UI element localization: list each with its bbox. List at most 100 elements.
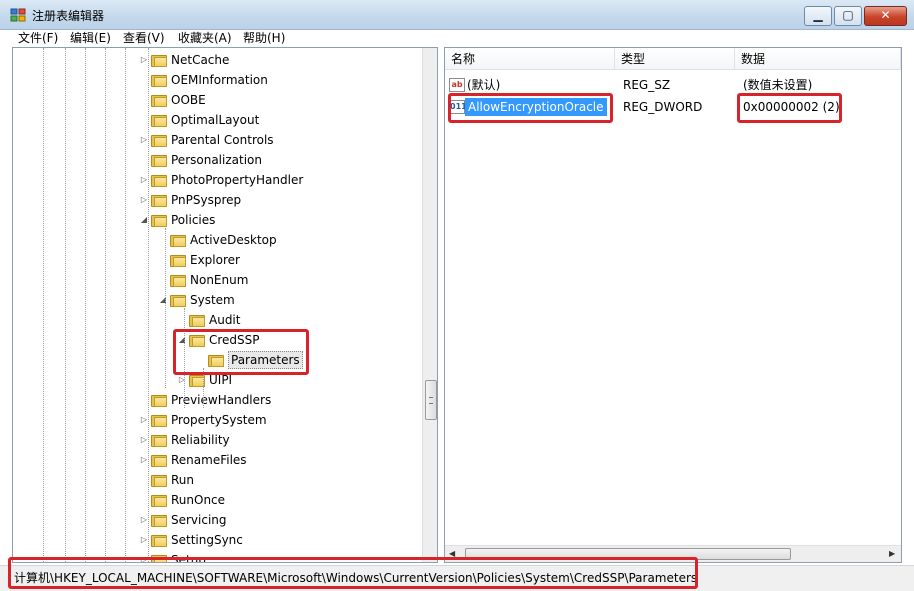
folder-icon bbox=[151, 173, 167, 187]
folder-icon bbox=[170, 253, 186, 267]
tree-item-oeminformation[interactable]: OEMInformation bbox=[13, 70, 421, 90]
tree-item-label: Run bbox=[171, 473, 195, 487]
tree-item-label: PnPSysprep bbox=[171, 193, 242, 207]
value-name: (默认) bbox=[467, 78, 501, 92]
column-header-name[interactable]: 名称 bbox=[445, 48, 615, 70]
column-header-type[interactable]: 类型 bbox=[615, 48, 735, 70]
tree-item-parental-controls[interactable]: ▷ Parental Controls bbox=[13, 130, 421, 150]
tree-guide-line bbox=[148, 48, 149, 562]
tree-item-label: PhotoPropertyHandler bbox=[171, 173, 304, 187]
menu-favorites[interactable]: 收藏夹(A) bbox=[178, 30, 232, 46]
tree-item-label: PreviewHandlers bbox=[171, 393, 272, 407]
menu-view[interactable]: 查看(V) bbox=[123, 30, 165, 46]
tree-item-netcache[interactable]: ▷ NetCache bbox=[13, 50, 421, 70]
tree-item-previewhandlers[interactable]: PreviewHandlers bbox=[13, 390, 421, 410]
folder-icon bbox=[189, 313, 205, 327]
tree-item-personalization[interactable]: Personalization bbox=[13, 150, 421, 170]
menu-help[interactable]: 帮助(H) bbox=[243, 30, 285, 46]
folder-icon bbox=[151, 213, 167, 227]
column-header-data[interactable]: 数据 bbox=[735, 48, 901, 70]
value-type: REG_DWORD bbox=[623, 100, 703, 114]
tree-item-oobe[interactable]: OOBE bbox=[13, 90, 421, 110]
folder-icon bbox=[151, 493, 167, 507]
folder-icon bbox=[151, 413, 167, 427]
tree-item-label: SettingSync bbox=[171, 533, 243, 547]
tree-item-nonenum[interactable]: NonEnum bbox=[13, 270, 421, 290]
tree-item-audit[interactable]: Audit bbox=[13, 310, 421, 330]
tree-item-label: OOBE bbox=[171, 93, 206, 107]
tree-item-propertysystem[interactable]: ▷ PropertySystem bbox=[13, 410, 421, 430]
tree-item-label: Servicing bbox=[171, 513, 227, 527]
menu-edit[interactable]: 编辑(E) bbox=[70, 30, 111, 46]
tree-item-explorer[interactable]: Explorer bbox=[13, 250, 421, 270]
maximize-button[interactable]: ▢ bbox=[834, 6, 862, 26]
highlight-value-name bbox=[448, 93, 613, 123]
tree-guide-line bbox=[105, 48, 106, 562]
maximize-icon: ▢ bbox=[842, 8, 854, 22]
close-button[interactable]: ✕ bbox=[864, 6, 907, 26]
tree-guide-line bbox=[85, 48, 86, 562]
highlight-credssp-key bbox=[173, 329, 309, 375]
tree-item-reliability[interactable]: ▷ Reliability bbox=[13, 430, 421, 450]
tree-guide-line bbox=[125, 48, 126, 562]
tree-item-label: System bbox=[190, 293, 235, 307]
minimize-icon: ▁ bbox=[813, 8, 823, 22]
tree-item-optimallayout[interactable]: OptimalLayout bbox=[13, 110, 421, 130]
tree-item-policies[interactable]: ◢ Policies bbox=[13, 210, 421, 230]
grip-icon bbox=[429, 397, 433, 404]
folder-icon bbox=[151, 433, 167, 447]
tree-guide-line bbox=[43, 48, 44, 562]
expand-toggle-icon[interactable]: ▷ bbox=[177, 374, 187, 386]
tree-item-label: Audit bbox=[209, 313, 241, 327]
regedit-app-icon bbox=[10, 8, 26, 22]
tree-item-run[interactable]: Run bbox=[13, 470, 421, 490]
tree-item-label: Parental Controls bbox=[171, 133, 274, 147]
menu-file[interactable]: 文件(F) bbox=[18, 30, 58, 46]
tree-item-servicing[interactable]: ▷ Servicing bbox=[13, 510, 421, 530]
folder-icon bbox=[151, 93, 167, 107]
tree-vertical-scrollbar[interactable] bbox=[422, 48, 437, 562]
tree-guide-line bbox=[65, 48, 66, 562]
folder-icon bbox=[151, 73, 167, 87]
value-type: REG_SZ bbox=[623, 78, 671, 92]
minimize-button[interactable]: ▁ bbox=[804, 6, 832, 26]
tree-item-label: OEMInformation bbox=[171, 73, 268, 87]
folder-icon bbox=[170, 233, 186, 247]
folder-icon bbox=[151, 473, 167, 487]
tree-item-label: Personalization bbox=[171, 153, 262, 167]
tree-item-label: OptimalLayout bbox=[171, 113, 260, 127]
folder-icon bbox=[151, 393, 167, 407]
tree-item-label: Reliability bbox=[171, 433, 230, 447]
folder-icon bbox=[151, 513, 167, 527]
tree-item-system[interactable]: ◢ System bbox=[13, 290, 421, 310]
highlight-status-path bbox=[8, 557, 698, 589]
tree-item-settingsync[interactable]: ▷ SettingSync bbox=[13, 530, 421, 550]
folder-icon bbox=[170, 273, 186, 287]
folder-icon bbox=[151, 153, 167, 167]
title-bar: 注册表编辑器 ▁ ▢ ✕ bbox=[0, 0, 914, 30]
tree-item-runonce[interactable]: RunOnce bbox=[13, 490, 421, 510]
tree-item-label: PropertySystem bbox=[171, 413, 267, 427]
window-title: 注册表编辑器 bbox=[32, 9, 105, 23]
tree-item-activedesktop[interactable]: ActiveDesktop bbox=[13, 230, 421, 250]
tree-item-pnpsysprep[interactable]: ▷ PnPSysprep bbox=[13, 190, 421, 210]
folder-icon bbox=[151, 453, 167, 467]
tree-item-label: RunOnce bbox=[171, 493, 226, 507]
tree-item-photopropertyhandler[interactable]: ▷ PhotoPropertyHandler bbox=[13, 170, 421, 190]
close-icon: ✕ bbox=[880, 8, 891, 22]
registry-values-list[interactable]: 名称 类型 数据 ab (默认) REG_SZ (数值未设置) 011 Allo… bbox=[444, 47, 902, 563]
folder-icon bbox=[170, 293, 186, 307]
scroll-right-icon[interactable]: ▶ bbox=[889, 549, 895, 558]
tree-scroll-thumb[interactable] bbox=[425, 380, 437, 420]
tree-item-label: NetCache bbox=[171, 53, 230, 67]
tree-item-renamefiles[interactable]: ▷ RenameFiles bbox=[13, 450, 421, 470]
tree-item-label: RenameFiles bbox=[171, 453, 247, 467]
folder-icon bbox=[151, 53, 167, 67]
tree-item-label: NonEnum bbox=[190, 273, 249, 287]
expand-toggle-icon[interactable]: ◢ bbox=[158, 294, 168, 306]
tree-item-label: Explorer bbox=[190, 253, 240, 267]
registry-key-tree[interactable]: ▷ NetCache OEMInformation OOBE OptimalLayout… bbox=[12, 47, 438, 563]
